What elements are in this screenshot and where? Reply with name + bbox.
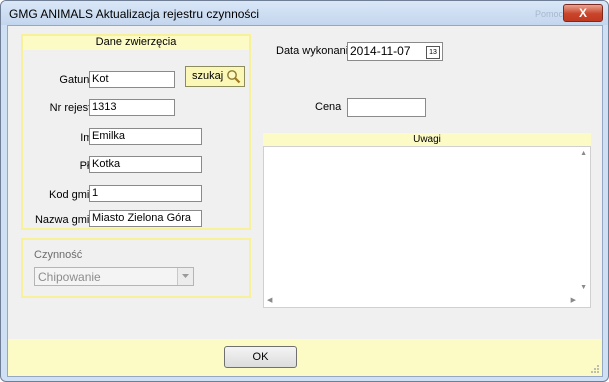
notes-heading: Uwagi: [263, 133, 591, 146]
footer-bar: OK: [8, 339, 602, 376]
title-bar[interactable]: GMG ANIMALS Aktualizacja rejestru czynno…: [1, 1, 608, 25]
activity-select[interactable]: Chipowanie: [34, 267, 194, 286]
search-button[interactable]: szukaj: [185, 66, 245, 87]
close-button[interactable]: X: [563, 4, 603, 22]
dialog-body: Dane zwierzęcia Gatunek Kot szukaj Nr re…: [7, 25, 603, 377]
scroll-left-icon[interactable]: ◀: [267, 296, 272, 304]
search-button-label: szukaj: [192, 70, 224, 82]
nazwa-gminy-field[interactable]: Miasto Zielona Góra: [89, 210, 202, 227]
animal-data-group: Dane zwierzęcia Gatunek Kot szukaj Nr re…: [21, 34, 251, 230]
calendar-icon[interactable]: 13: [426, 46, 440, 59]
window-title: GMG ANIMALS Aktualizacja rejestru czynno…: [9, 7, 260, 21]
help-hint: Pomoc: [535, 9, 564, 19]
date-field[interactable]: 2014-11-07 13: [347, 42, 443, 61]
dropdown-button[interactable]: [177, 268, 193, 285]
resize-grip-icon[interactable]: [590, 364, 600, 374]
ok-button[interactable]: OK: [224, 346, 297, 368]
price-label: Cena: [315, 101, 342, 113]
imie-field[interactable]: Emilka: [89, 128, 202, 145]
application-window: GMG ANIMALS Aktualizacja rejestru czynno…: [0, 0, 609, 382]
animal-data-heading: Dane zwierzęcia: [23, 36, 249, 50]
price-field[interactable]: [347, 98, 426, 117]
scroll-down-icon[interactable]: ▼: [580, 284, 587, 291]
kod-gminy-field[interactable]: 1: [89, 185, 202, 202]
scroll-up-icon[interactable]: ▲: [580, 150, 587, 157]
activity-selected-value: Chipowanie: [38, 270, 101, 284]
close-icon: X: [578, 6, 587, 20]
scroll-right-icon[interactable]: ▶: [571, 296, 576, 304]
notes-textarea[interactable]: ▲ ▼ ◀ ▶: [263, 146, 591, 308]
nr-rejestru-field[interactable]: 1313: [89, 99, 175, 116]
date-label: Data wykonania: [276, 45, 355, 57]
activity-heading: Czynność: [34, 249, 83, 261]
magnifier-icon: [227, 70, 241, 84]
date-value: 2014-11-07: [350, 44, 411, 58]
plec-field[interactable]: Kotka: [89, 156, 202, 173]
activity-group: Czynność Chipowanie: [21, 238, 251, 298]
gatunek-field[interactable]: Kot: [89, 71, 175, 88]
dropdown-arrow-icon: [182, 274, 189, 278]
